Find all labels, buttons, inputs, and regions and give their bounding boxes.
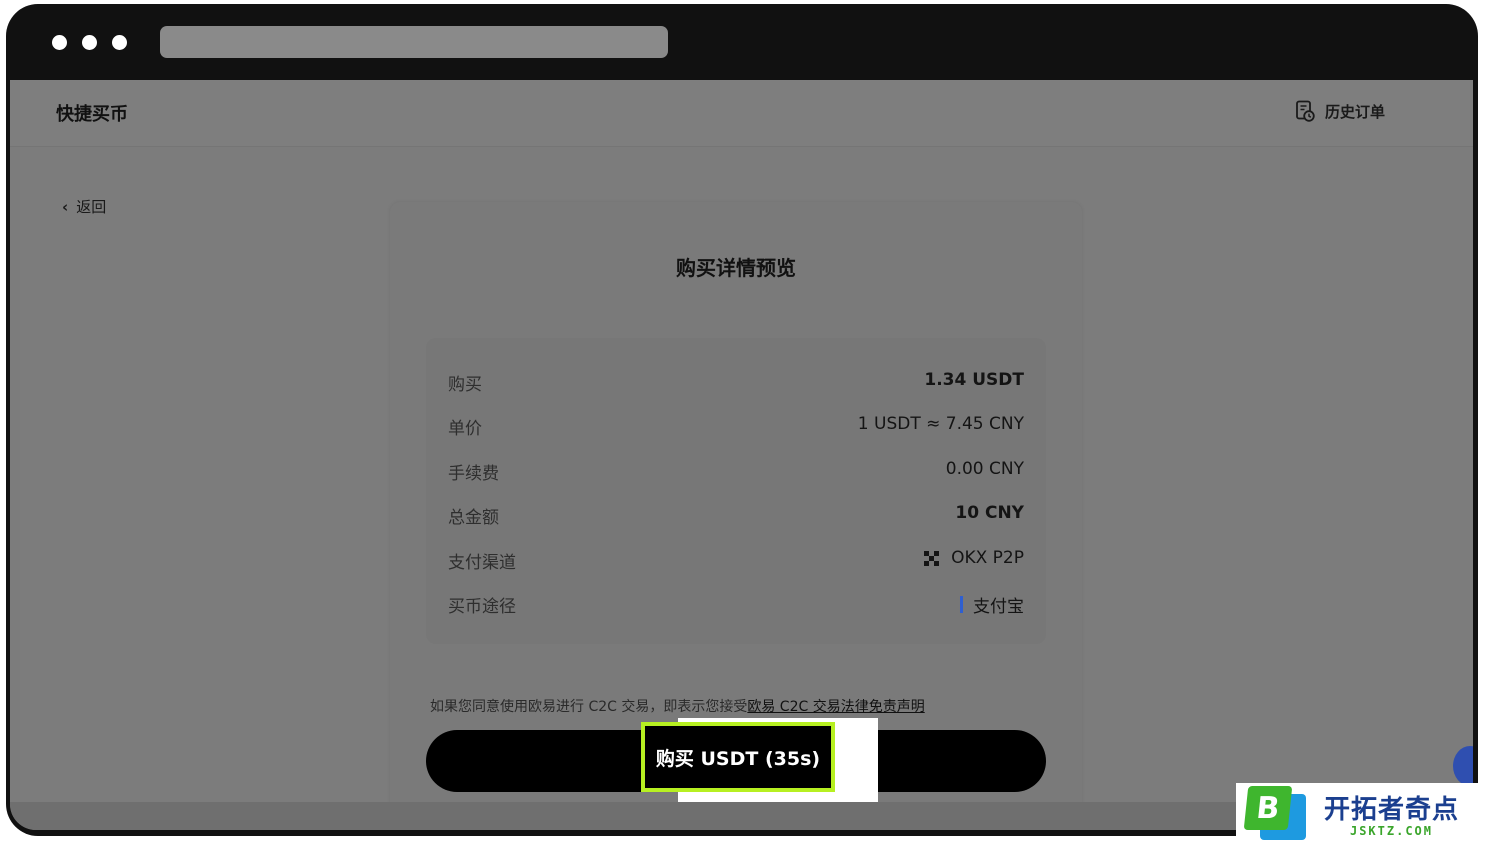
detail-row-payment-channel: 支付渠道 OKX P2P (448, 548, 1024, 574)
top-bar: 快捷买币 历史订单 (10, 80, 1473, 147)
detail-row-fee: 手续费 0.00 CNY (448, 459, 1024, 485)
purchase-preview-card: 购买详情预览 购买 1.34 USDT 单价 1 USDT ≈ 7.45 CNY… (390, 202, 1082, 822)
detail-label: 手续费 (448, 464, 499, 484)
watermark-url: JSKTZ.COM (1349, 823, 1434, 838)
browser-titlebar (6, 4, 1478, 80)
detail-value-wrap: OKX P2P (924, 548, 1024, 568)
detail-value: 10 CNY (955, 503, 1024, 523)
address-bar[interactable] (160, 26, 668, 58)
buy-usdt-button[interactable]: 购买 USDT (35s) (426, 718, 1046, 804)
watermark-logo: B (1243, 786, 1308, 840)
history-orders-label: 历史订单 (1324, 102, 1385, 121)
browser-window: 快捷买币 历史订单 ‹ 返回 购买详情预览 购买 1.34 USDT 单价 1 … (6, 4, 1478, 836)
order-history-icon (1296, 100, 1315, 122)
detail-value: 支付宝 (973, 597, 1024, 617)
page-content: 快捷买币 历史订单 ‹ 返回 购买详情预览 购买 1.34 USDT 单价 1 … (10, 80, 1473, 830)
window-dot-minimize[interactable] (82, 35, 97, 50)
disclaimer-link[interactable]: 欧易 C2C 交易法律免责声明 (747, 699, 924, 715)
detail-value: 0.00 CNY (945, 459, 1024, 479)
detail-label: 总金额 (448, 508, 499, 528)
detail-value: 1.34 USDT (924, 370, 1024, 390)
page-brand-title: 快捷买币 (56, 104, 128, 125)
history-orders-link[interactable]: 历史订单 (1295, 100, 1385, 122)
logo-green-square: B (1243, 786, 1293, 830)
card-title: 购买详情预览 (676, 256, 796, 280)
detail-value: OKX P2P (951, 548, 1024, 568)
back-label: 返回 (76, 198, 107, 216)
chevron-left-icon: ‹ (62, 197, 69, 216)
purchase-details-panel: 购买 1.34 USDT 单价 1 USDT ≈ 7.45 CNY 手续费 0.… (426, 338, 1046, 644)
detail-label: 买币途径 (448, 597, 516, 617)
detail-row-purchase-method: 买币途径 支付宝 (448, 592, 1024, 618)
window-dot-close[interactable] (52, 35, 67, 50)
detail-row-total: 总金额 10 CNY (448, 503, 1024, 529)
watermark-text: 开拓者奇点 JSKTZ.COM (1324, 789, 1459, 838)
window-dot-maximize[interactable] (112, 35, 127, 50)
detail-value: 1 USDT ≈ 7.45 CNY (857, 414, 1024, 434)
detail-row-unit-price: 单价 1 USDT ≈ 7.45 CNY (448, 414, 1024, 440)
logo-letter: B (1254, 790, 1282, 826)
watermark-name: 开拓者奇点 (1324, 794, 1460, 825)
okx-logo-icon (924, 550, 940, 566)
buy-button-label-highlight[interactable]: 购买 USDT (35s) (641, 722, 835, 792)
detail-label: 单价 (448, 419, 482, 439)
detail-label: 购买 (448, 375, 482, 395)
disclaimer-text: 如果您同意使用欧易进行 C2C 交易，即表示您接受 (430, 699, 748, 715)
back-link[interactable]: ‹ 返回 (62, 196, 106, 217)
alipay-marker-icon (960, 596, 963, 613)
detail-label: 支付渠道 (448, 553, 516, 573)
detail-row-amount: 购买 1.34 USDT (448, 370, 1024, 396)
detail-value-wrap: 支付宝 (960, 592, 1024, 617)
site-watermark: B 开拓者奇点 JSKTZ.COM (1236, 783, 1485, 843)
disclaimer: 如果您同意使用欧易进行 C2C 交易，即表示您接受欧易 C2C 交易法律免责声明 (430, 696, 925, 716)
buy-button-label: 购买 USDT (35s) (655, 747, 821, 770)
support-chat-icon[interactable] (1453, 746, 1473, 786)
